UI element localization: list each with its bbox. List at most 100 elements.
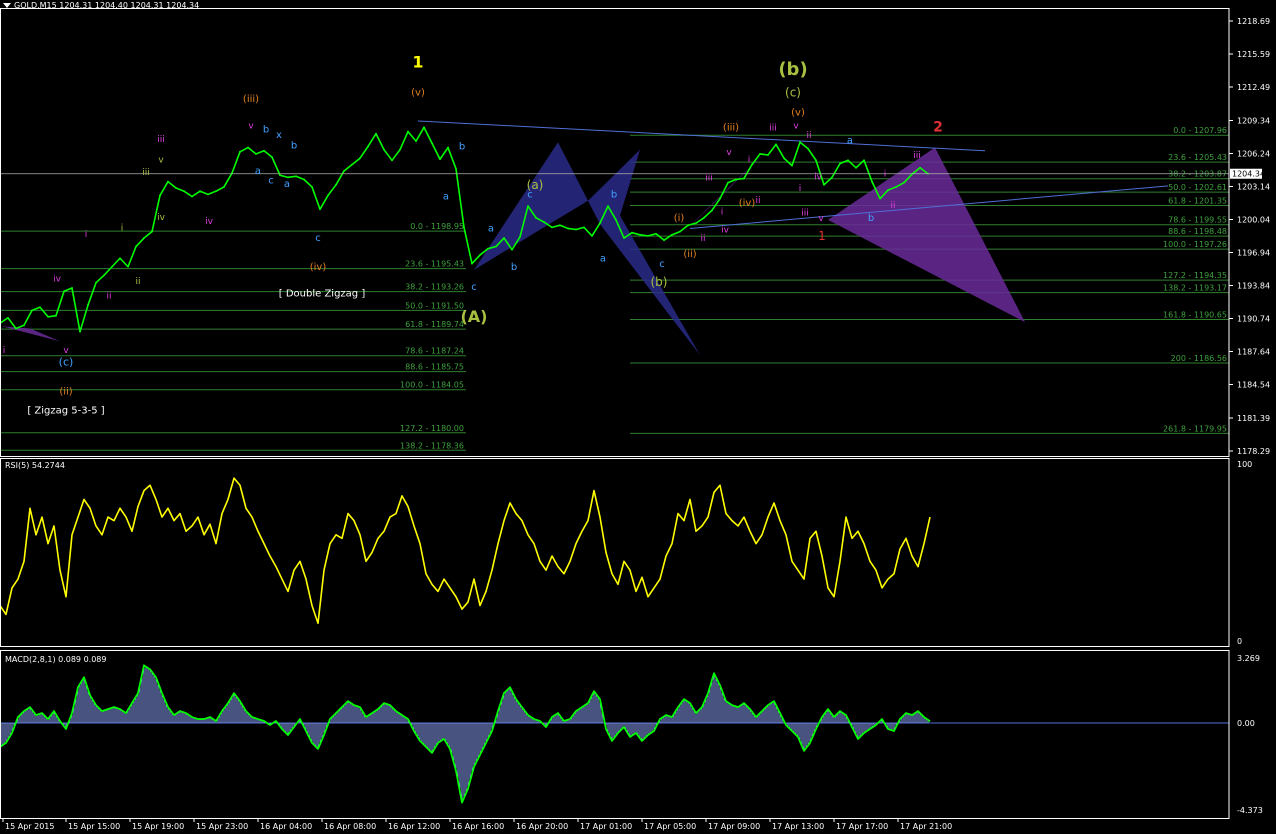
wave-label: b	[459, 142, 465, 153]
price-point	[335, 183, 337, 186]
wave-label: v	[726, 148, 732, 158]
wave-label: c	[471, 282, 477, 293]
price-point	[87, 304, 89, 306]
window-menu-icon[interactable]	[3, 3, 11, 8]
time-axis-label: 16 Apr 08:00	[324, 822, 376, 831]
fib-level-label: 50.0 - 1191.50	[405, 301, 464, 310]
rsi-series-line	[0, 477, 931, 625]
price-point	[279, 174, 281, 177]
time-axis-label: 17 Apr 09:00	[708, 822, 760, 831]
rsi-axis-label: 100	[1237, 460, 1252, 469]
price-point	[655, 232, 657, 235]
wave-label: iv	[157, 213, 166, 223]
wave-label: a	[600, 253, 606, 264]
price-point	[791, 164, 793, 167]
trading-chart[interactable]: 0.0 - 1198.95 23.6 - 1195.43 38.2 - 1193.2…	[0, 0, 1276, 831]
price-point	[887, 189, 889, 192]
price-axis-label: 1187.64	[1237, 347, 1270, 356]
price-point	[503, 237, 505, 239]
price-point	[591, 234, 593, 237]
price-point	[599, 222, 601, 225]
wave-labels-layer: 1 (b)(c)(A)(a)(b)(c)(ii)(iii)(v)(iv)(iii)…	[3, 53, 943, 417]
price-point	[223, 186, 225, 188]
price-axis-label: 1218.69	[1237, 17, 1270, 26]
price-point	[839, 162, 841, 165]
wave-label: i	[721, 208, 724, 218]
price-point	[415, 140, 417, 143]
wave-label: 1	[412, 53, 423, 72]
fib-level-label: 200 - 1186.56	[1171, 354, 1227, 363]
wave-label: (c)	[59, 356, 74, 369]
price-axis-label: 1200.04	[1237, 216, 1270, 225]
wave-label: x	[276, 130, 282, 141]
price-point	[735, 178, 737, 181]
price-point	[519, 236, 521, 238]
wave-label: iv	[205, 217, 214, 227]
pattern-label: [ Zigzag 5-3-5 ]	[27, 406, 104, 417]
price-axis-label: 1190.74	[1237, 314, 1270, 323]
wave-label: ii	[755, 196, 760, 206]
price-point	[719, 197, 721, 200]
fib-level-label: 38.2 - 1193.26	[405, 283, 464, 292]
price-point	[39, 306, 41, 309]
price-point	[663, 239, 665, 242]
wave-label: b	[263, 125, 269, 136]
price-point	[903, 181, 905, 184]
chart-canvas[interactable]: 0.0 - 1198.95 23.6 - 1195.43 38.2 - 1193.2…	[0, 0, 1276, 831]
time-axis-label: 17 Apr 05:00	[644, 822, 696, 831]
wave-label: (b)	[778, 59, 807, 80]
wave-label: iii	[769, 124, 777, 134]
wave-label: iii	[913, 151, 921, 161]
price-point	[63, 290, 65, 293]
trendline-upper	[417, 120, 986, 152]
price-point	[111, 265, 113, 268]
wave-label: i	[85, 230, 88, 240]
wave-label: iv	[721, 226, 730, 236]
wave-label: c	[659, 259, 665, 270]
frame-layer	[0, 8, 1230, 819]
price-point	[759, 153, 761, 155]
rsi-layer: RSI(5) 54.2744	[0, 461, 931, 625]
price-point	[703, 216, 705, 219]
price-point	[255, 153, 257, 155]
wave-label: c	[268, 176, 274, 187]
price-point	[447, 146, 449, 149]
price-point	[815, 159, 817, 162]
price-point	[103, 274, 105, 277]
price-point	[783, 157, 785, 160]
price-point	[151, 230, 153, 233]
wave-label: v	[793, 121, 799, 131]
wave-label: (iii)	[723, 123, 739, 134]
price-point	[463, 226, 465, 229]
wave-label: (ii)	[683, 249, 696, 260]
price-point	[247, 146, 249, 149]
price-point	[31, 309, 33, 312]
time-axis-label: 16 Apr 20:00	[516, 822, 568, 831]
rsi-title: RSI(5) 54.2744	[5, 461, 65, 470]
price-point	[23, 324, 25, 327]
price-point	[671, 233, 673, 236]
wave-label: (A)	[460, 307, 487, 326]
wave-label: c	[315, 233, 321, 244]
wave-label: iii	[157, 135, 165, 145]
wave-label: iv	[53, 275, 62, 285]
price-axis-label: 1184.54	[1237, 380, 1270, 389]
price-point	[559, 224, 561, 227]
fib-level-label: 88.6 - 1198.48	[1168, 227, 1227, 236]
wave-label: a	[847, 135, 853, 146]
price-point	[391, 159, 393, 162]
harmonic-purple-triangle-left	[2, 326, 60, 342]
wave-label: v	[248, 121, 254, 131]
wave-label: b	[291, 141, 297, 152]
fib-level-label: 88.6 - 1185.75	[405, 363, 464, 372]
price-point	[647, 234, 649, 237]
price-axis-label: 1209.34	[1237, 117, 1270, 126]
wave-label: a	[255, 166, 261, 177]
price-point	[167, 180, 169, 183]
wave-label: (ii)	[59, 386, 72, 397]
wave-label: (c)	[785, 85, 801, 99]
fib-level-label: 23.6 - 1195.43	[405, 260, 464, 269]
wave-label: (v)	[791, 108, 805, 119]
wave-label: ii	[106, 292, 111, 302]
wave-label: b	[611, 190, 617, 201]
